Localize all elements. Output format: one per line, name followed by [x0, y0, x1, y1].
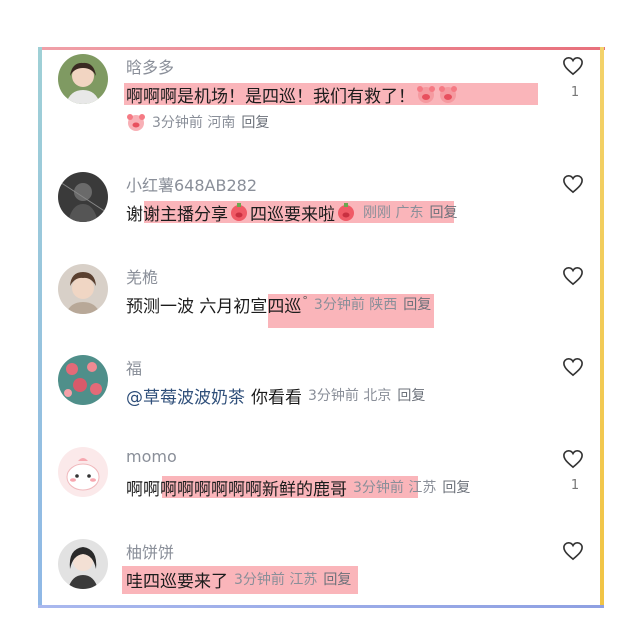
comment-item: 小红薯648AB282 谢 谢主播分享 四巡要来啦 刚刚 广东 回复	[58, 170, 598, 260]
avatar[interactable]	[58, 54, 108, 104]
avatar[interactable]	[58, 172, 108, 222]
avatar[interactable]	[58, 447, 108, 497]
heart-icon[interactable]	[562, 449, 584, 469]
comment-text: 预测一波 六月初宣四巡	[126, 296, 302, 317]
comment-text-line: 哇四巡要来了 3分钟前 江苏 回复	[126, 567, 351, 592]
comment-text-line: 啊啊 啊啊啊啊啊啊新鲜的鹿哥 3分钟前 江苏 回复	[126, 475, 470, 500]
comment-item: 福 @草莓波波奶茶 你看看 3分钟前 北京 回复	[58, 353, 598, 443]
piggy-emoji-icon	[336, 203, 356, 221]
like-count: 1	[570, 478, 580, 493]
location-dot: °	[302, 293, 308, 307]
comment-item: momo 啊啊 啊啊啊啊啊啊新鲜的鹿哥 3分钟前 江苏 回复 1	[58, 445, 598, 535]
frame-right-border	[600, 47, 604, 608]
comment-text-line: @草莓波波奶茶 你看看 3分钟前 北京 回复	[126, 383, 425, 408]
comment-text-line: 预测一波 六月初宣四巡 ° 3分钟前 陕西 回复	[126, 292, 431, 317]
heart-icon[interactable]	[562, 357, 584, 377]
reply-button[interactable]: 回复	[323, 569, 351, 589]
reply-button[interactable]: 回复	[403, 294, 431, 314]
comment-meta-line: 3分钟前 河南 回复	[126, 112, 269, 132]
comment-time-location: 刚刚 广东	[363, 205, 424, 221]
piggy-emoji-icon	[416, 85, 436, 103]
comment-author[interactable]: momo	[126, 447, 177, 466]
heart-icon[interactable]	[562, 266, 584, 286]
mention-link[interactable]: @草莓波波奶茶	[126, 383, 245, 408]
comment-author[interactable]: 晗多多	[126, 54, 174, 78]
comment-text: 啊啊啊啊啊啊新鲜的鹿哥	[160, 479, 347, 500]
comment-time-location: 3分钟前 河南	[152, 115, 236, 131]
comment-text-line: 啊啊啊是机场！是四巡！我们有救了！	[126, 82, 459, 107]
like-count: 1	[570, 85, 580, 100]
comment-author[interactable]: 福	[126, 355, 142, 379]
comment-text: 哇四巡要来了	[126, 571, 228, 592]
comment-item: 羌桅 预测一波 六月初宣四巡 ° 3分钟前 陕西 回复	[58, 262, 598, 352]
piggy-emoji-icon	[229, 203, 249, 221]
reply-button[interactable]: 回复	[397, 385, 425, 405]
comment-time-location: 3分钟前 陕西	[313, 297, 398, 313]
piggy-emoji-icon	[126, 113, 146, 131]
comment-text: 你看看	[251, 387, 302, 408]
comment-item: 晗多多 啊啊啊是机场！是四巡！我们有救了！ 3分钟前 河南 回复 1	[58, 52, 598, 142]
heart-icon[interactable]	[562, 174, 584, 194]
piggy-emoji-icon	[438, 85, 458, 103]
reply-button[interactable]: 回复	[241, 112, 269, 132]
avatar[interactable]	[58, 355, 108, 405]
comment-item: 柚饼饼 哇四巡要来了 3分钟前 江苏 回复	[58, 537, 598, 627]
comment-author[interactable]: 羌桅	[126, 264, 158, 288]
comment-text: 谢主播分享	[143, 204, 228, 225]
comment-prefix: 谢	[126, 204, 143, 225]
heart-icon[interactable]	[562, 541, 584, 561]
comment-prefix: 啊啊	[126, 479, 160, 500]
comment-text: 啊啊啊是机场！是四巡！我们有救了！	[126, 86, 415, 107]
frame-top-border	[42, 47, 605, 50]
comment-author[interactable]: 小红薯648AB282	[126, 172, 257, 196]
heart-icon[interactable]	[562, 56, 584, 76]
avatar[interactable]	[58, 264, 108, 314]
frame-left-border	[38, 47, 42, 608]
comment-time-location: 3分钟前 江苏	[234, 572, 318, 588]
reply-button[interactable]: 回复	[429, 202, 457, 222]
reply-button[interactable]: 回复	[442, 477, 470, 497]
comment-text-line: 谢 谢主播分享 四巡要来啦 刚刚 广东 回复	[126, 200, 457, 225]
avatar[interactable]	[58, 539, 108, 589]
comment-time-location: 3分钟前 江苏	[353, 480, 437, 496]
comment-author[interactable]: 柚饼饼	[126, 539, 174, 563]
comment-text-continued: 四巡要来啦	[250, 204, 335, 225]
comment-time-location: 3分钟前 北京	[308, 388, 392, 404]
